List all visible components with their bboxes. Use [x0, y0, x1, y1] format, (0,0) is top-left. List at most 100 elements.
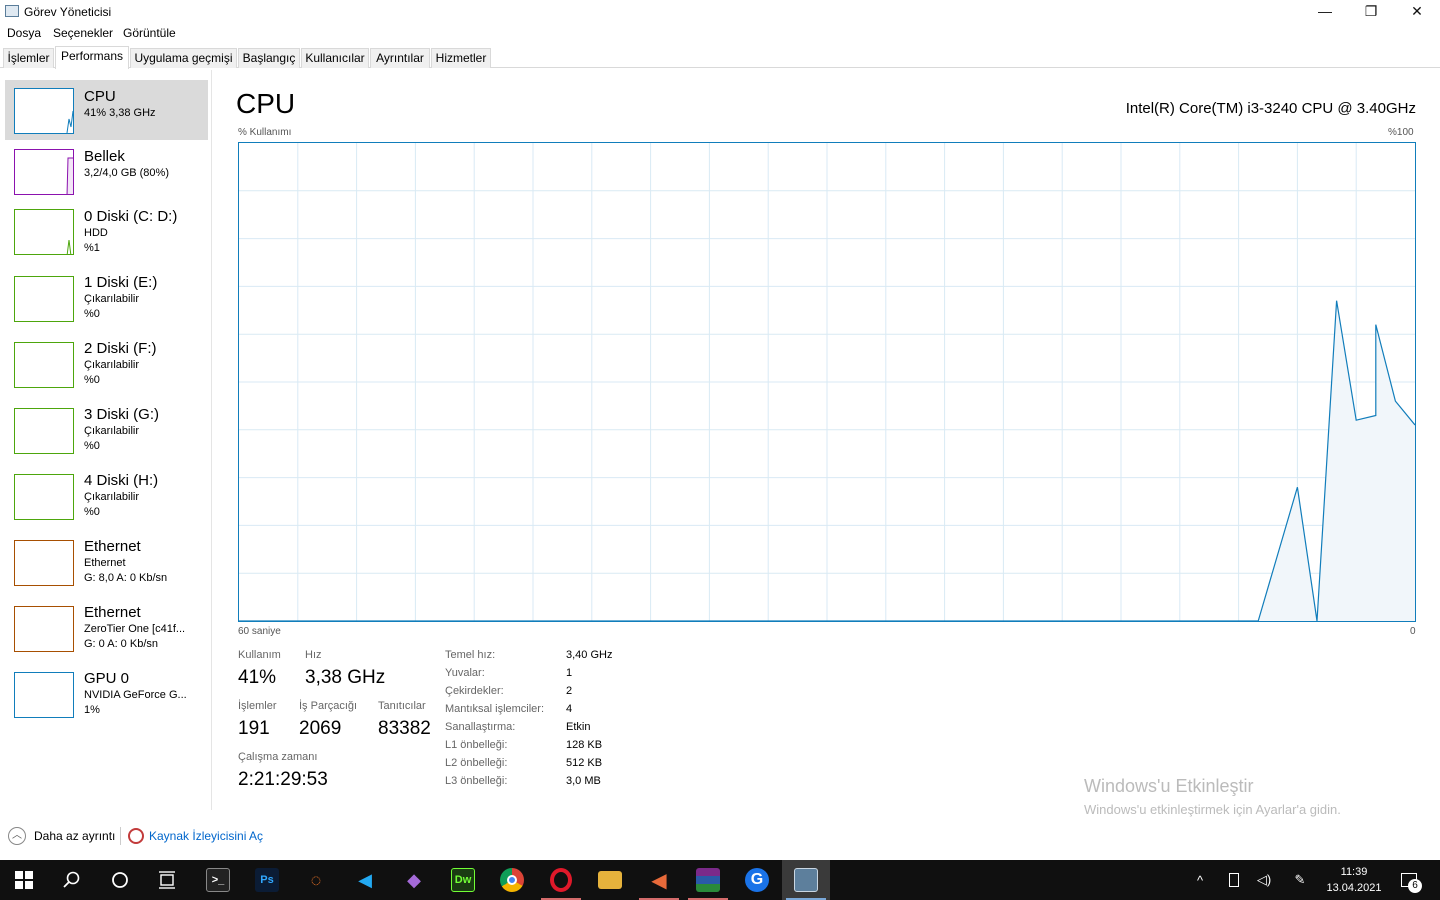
processes-label: İşlemler: [238, 700, 277, 712]
cpu-usage-chart: [239, 143, 1416, 622]
task-view-icon: [159, 871, 175, 889]
cortana-button[interactable]: [96, 860, 144, 900]
speaker-app-icon: ◀: [651, 869, 667, 892]
cpu-model-name: Intel(R) Core(TM) i3-3240 CPU @ 3.40GHz: [1125, 100, 1416, 117]
maximize-button[interactable]: ❐: [1348, 0, 1394, 22]
sidebar-title: Ethernet: [84, 604, 141, 621]
photoshop-icon: Ps: [255, 868, 279, 892]
fewer-details-link[interactable]: Daha az ayrıntı: [34, 829, 115, 843]
sidebar-item-disk-1[interactable]: 1 Diski (E:) Çıkarılabilir %0: [5, 268, 208, 332]
resource-monitor-icon[interactable]: [128, 828, 144, 844]
window-title: Görev Yöneticisi: [24, 5, 112, 19]
sidebar-detail: 1%: [84, 704, 100, 716]
taskbar-app-chrome[interactable]: [488, 860, 536, 900]
tab-startup[interactable]: Başlangıç: [238, 48, 300, 68]
cpu-mini-graph: [66, 110, 73, 133]
task-view-button[interactable]: [144, 860, 192, 900]
taskbar-app-visual-studio[interactable]: ◆: [390, 860, 438, 900]
sidebar-item-cpu[interactable]: CPU 41% 3,38 GHz: [5, 80, 208, 140]
max-axis-label: %100: [1388, 127, 1414, 138]
taskbar-app-vscode[interactable]: ◀: [341, 860, 389, 900]
task-manager-icon: [5, 5, 19, 17]
taskbar-app-winrar[interactable]: [684, 860, 732, 900]
taskbar-app-opera[interactable]: [537, 860, 585, 900]
pen-icon[interactable]: ✎: [1288, 860, 1312, 900]
battery-icon[interactable]: [1222, 860, 1246, 900]
gpu-thumbnail: [14, 672, 74, 718]
sidebar-title: 1 Diski (E:): [84, 274, 158, 291]
tab-performance[interactable]: Performans: [55, 46, 129, 69]
spec-label: Temel hız:: [445, 649, 496, 661]
sidebar-item-memory[interactable]: Bellek 3,2/4,0 GB (80%): [5, 142, 208, 202]
taskbar-app-cmd[interactable]: >_: [194, 860, 242, 900]
taskbar-app-photoshop[interactable]: Ps: [243, 860, 291, 900]
tab-app-history[interactable]: Uygulama geçmişi: [130, 48, 237, 68]
menu-view[interactable]: Görüntüle: [123, 26, 176, 40]
disk-thumbnail: [14, 408, 74, 454]
sidebar-item-disk-0[interactable]: 0 Diski (C: D:) HDD %1: [5, 202, 208, 266]
clock[interactable]: 11:39 13.04.2021: [1320, 860, 1388, 900]
memory-mini-graph: [66, 157, 73, 194]
cortana-icon: [112, 872, 128, 888]
speed-label: Hız: [305, 649, 322, 661]
spec-label: L1 önbelleği:: [445, 739, 508, 751]
sidebar-item-ethernet-1[interactable]: Ethernet Ethernet G: 8,0 A: 0 Kb/sn: [5, 532, 208, 596]
footer-bar: ︿ Daha az ayrıntı Kaynak İzleyicisini Aç: [0, 822, 1440, 850]
handles-value: 83382: [378, 718, 431, 739]
windows-logo-icon: [15, 871, 33, 889]
sidebar-item-disk-4[interactable]: 4 Diski (H:) Çıkarılabilir %0: [5, 466, 208, 530]
chevron-up-icon[interactable]: ︿: [8, 827, 26, 845]
spec-label: Çekirdekler:: [445, 685, 504, 697]
vscode-icon: ◀: [358, 869, 372, 890]
sidebar-subtitle: Çıkarılabilir: [84, 491, 140, 503]
start-button[interactable]: [0, 860, 48, 900]
activation-watermark-text: Windows'u etkinleştirmek için Ayarlar'a …: [1084, 802, 1341, 817]
volume-icon[interactable]: ◁): [1252, 860, 1276, 900]
taskbar-app-task-manager[interactable]: [782, 860, 830, 900]
spec-label: Mantıksal işlemciler:: [445, 703, 545, 715]
notification-count: 6: [1408, 879, 1422, 893]
search-button[interactable]: [48, 860, 96, 900]
resource-sidebar: CPU 41% 3,38 GHz Bellek 3,2/4,0 GB (80%)…: [0, 70, 212, 810]
ethernet-thumbnail: [14, 606, 74, 652]
cpu-thumbnail: [14, 88, 74, 134]
spec-label: L2 önbelleği:: [445, 757, 508, 769]
sidebar-title: 4 Diski (H:): [84, 472, 159, 489]
minimize-button[interactable]: —: [1302, 0, 1348, 22]
disk-thumbnail: [14, 209, 74, 255]
tab-services[interactable]: Hizmetler: [431, 48, 491, 68]
task-manager-icon: [794, 868, 818, 892]
taskbar: >_ Ps ◌ ◀ ◆ Dw ◀ G ^ ◁) ✎ 11:39 13.04.20…: [0, 860, 1440, 900]
sidebar-item-disk-3[interactable]: 3 Diski (G:) Çıkarılabilir %0: [5, 400, 208, 464]
chevron-up-icon[interactable]: ^: [1188, 860, 1212, 900]
taskbar-app-gmail[interactable]: G: [733, 860, 781, 900]
processes-value: 191: [238, 718, 270, 739]
taskbar-app-explorer[interactable]: [586, 860, 634, 900]
tab-users[interactable]: Kullanıcılar: [301, 48, 369, 68]
sidebar-subtitle: Çıkarılabilir: [84, 425, 140, 437]
taskbar-app-jupyter[interactable]: ◌: [292, 860, 340, 900]
folder-icon: [598, 871, 622, 889]
menu-options[interactable]: Seçenekler: [53, 26, 113, 40]
usage-value: 41%: [238, 667, 277, 688]
sidebar-title: Bellek: [84, 148, 125, 165]
sidebar-detail: %0: [84, 374, 100, 386]
sidebar-item-ethernet-2[interactable]: Ethernet ZeroTier One [c41f... G: 0 A: 0…: [5, 598, 208, 662]
tab-details[interactable]: Ayrıntılar: [370, 48, 430, 68]
menu-file[interactable]: Dosya: [7, 26, 41, 40]
spec-value: 4: [566, 703, 573, 715]
taskbar-app-dreamweaver[interactable]: Dw: [439, 860, 487, 900]
notification-button[interactable]: 6: [1394, 860, 1424, 900]
uptime-label: Çalışma zamanı: [238, 751, 318, 763]
sidebar-item-disk-2[interactable]: 2 Diski (F:) Çıkarılabilir %0: [5, 334, 208, 398]
threads-label: İş Parçacığı: [299, 700, 358, 712]
close-button[interactable]: ✕: [1394, 0, 1440, 22]
taskbar-app-media[interactable]: ◀: [635, 860, 683, 900]
sidebar-item-gpu[interactable]: GPU 0 NVIDIA GeForce G... 1%: [5, 664, 208, 728]
activation-watermark-title: Windows'u Etkinleştir: [1084, 776, 1254, 796]
tab-processes[interactable]: İşlemler: [3, 48, 54, 68]
sidebar-detail: %0: [84, 308, 100, 320]
sidebar-title: 3 Diski (G:): [84, 406, 159, 423]
open-resource-monitor-link[interactable]: Kaynak İzleyicisini Aç: [149, 829, 263, 843]
zero-axis-label: 0: [1410, 626, 1416, 637]
